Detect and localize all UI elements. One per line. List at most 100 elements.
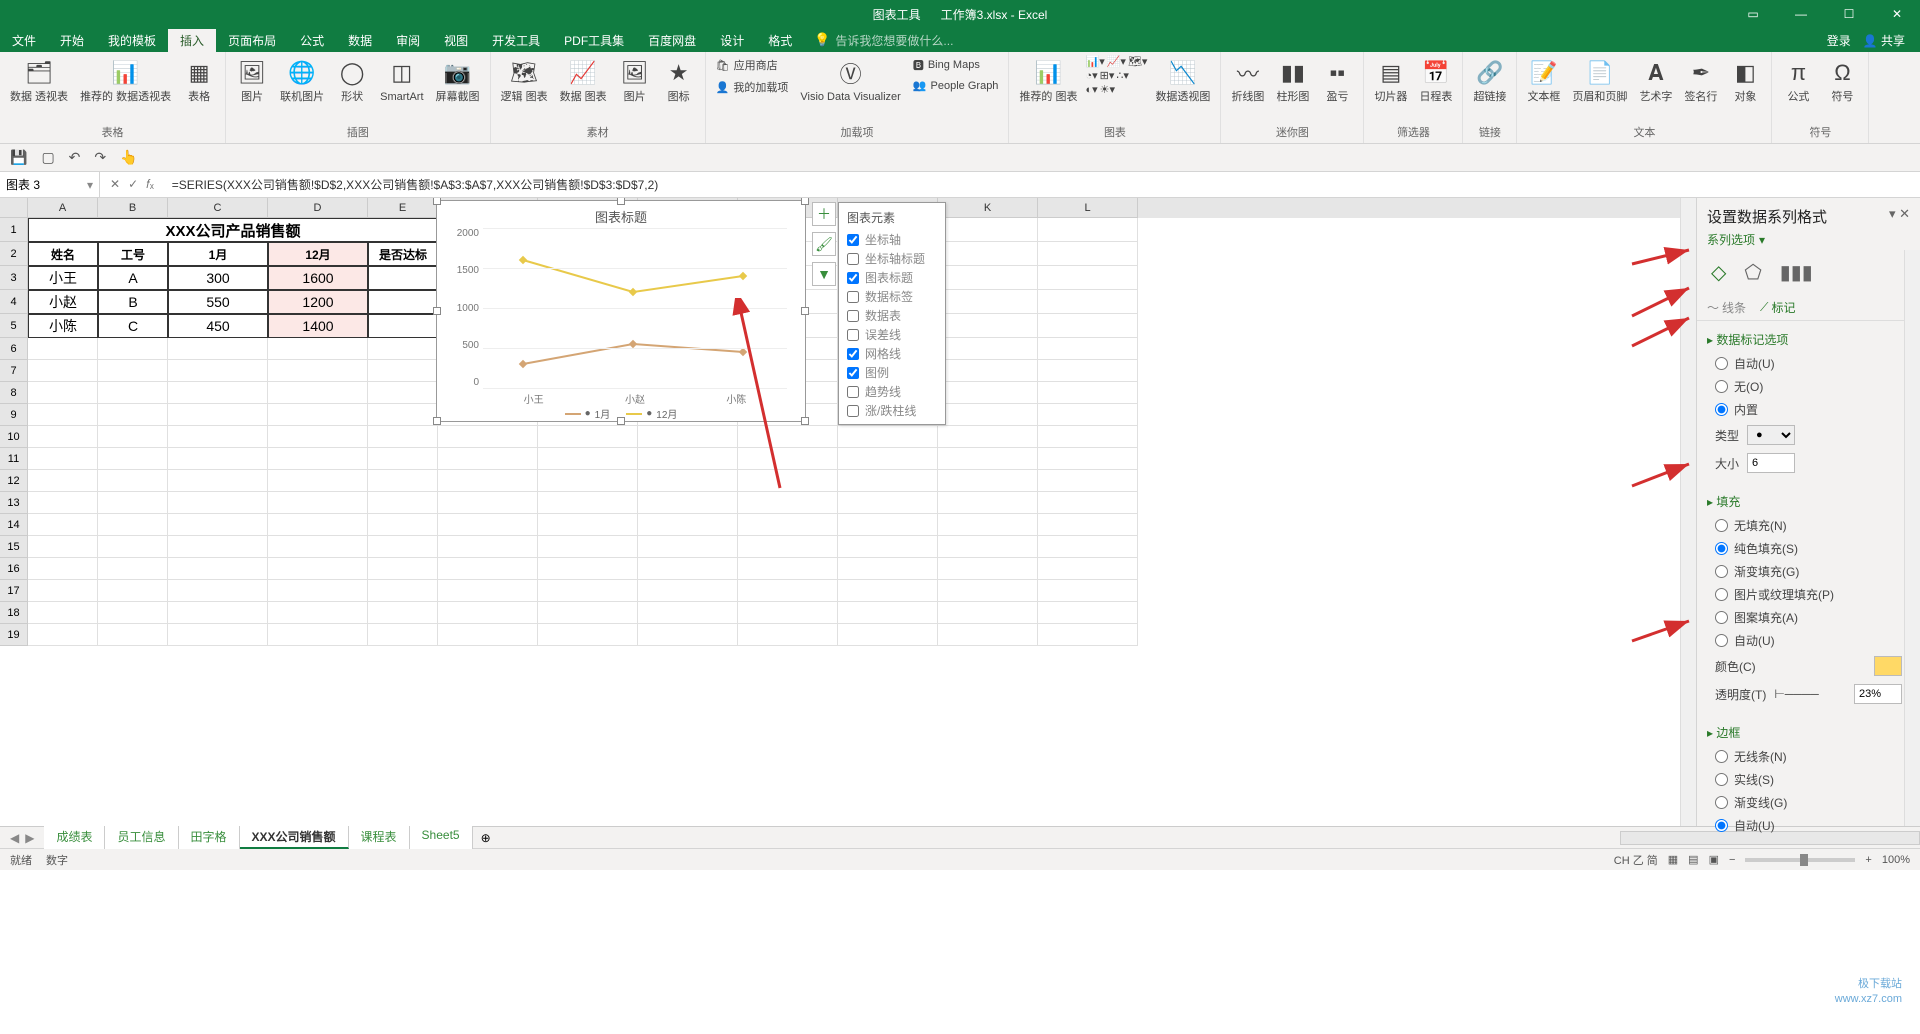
cell-L10[interactable] bbox=[1038, 426, 1138, 448]
sparkline-winloss-button[interactable]: ▪▪盈亏 bbox=[1317, 55, 1357, 106]
menu-tab-视图[interactable]: 视图 bbox=[432, 29, 480, 52]
row-header-4[interactable]: 4 bbox=[0, 290, 28, 314]
recommended-pivot-button[interactable]: 📊推荐的 数据透视表 bbox=[76, 55, 175, 106]
cell-E7[interactable] bbox=[368, 360, 438, 382]
chart-styles-button[interactable]: 🖌 bbox=[812, 232, 836, 256]
online-pictures-button[interactable]: 🌐联机图片 bbox=[276, 55, 328, 106]
cell-C11[interactable] bbox=[168, 448, 268, 470]
menu-tab-开发工具[interactable]: 开发工具 bbox=[480, 29, 552, 52]
cell-D10[interactable] bbox=[268, 426, 368, 448]
border-none-radio[interactable]: 无线条(N) bbox=[1707, 745, 1910, 768]
cell-D6[interactable] bbox=[268, 338, 368, 360]
cell-J11[interactable] bbox=[838, 448, 938, 470]
close-pane-icon[interactable]: ▾ ✕ bbox=[1889, 206, 1910, 227]
fill-section[interactable]: ▸ 填充 bbox=[1707, 489, 1910, 514]
row-header-2[interactable]: 2 bbox=[0, 242, 28, 266]
row-header-19[interactable]: 19 bbox=[0, 624, 28, 646]
cell-C18[interactable] bbox=[168, 602, 268, 624]
vertical-scrollbar[interactable] bbox=[1680, 198, 1696, 826]
cell-I16[interactable] bbox=[738, 558, 838, 580]
cell-D5[interactable]: 1400 bbox=[268, 314, 368, 338]
recommended-charts-button[interactable]: 📊推荐的 图表 bbox=[1015, 55, 1081, 106]
menu-tab-页面布局[interactable]: 页面布局 bbox=[216, 29, 288, 52]
row-header-12[interactable]: 12 bbox=[0, 470, 28, 492]
cell-K11[interactable] bbox=[938, 448, 1038, 470]
cell-C16[interactable] bbox=[168, 558, 268, 580]
row-header-16[interactable]: 16 bbox=[0, 558, 28, 580]
cell-D12[interactable] bbox=[268, 470, 368, 492]
row-header-9[interactable]: 9 bbox=[0, 404, 28, 426]
cell-A9[interactable] bbox=[28, 404, 98, 426]
fill-none-radio[interactable]: 无填充(N) bbox=[1707, 514, 1910, 537]
pivot-chart-button[interactable]: 📉数据透视图 bbox=[1151, 55, 1214, 106]
cell-D7[interactable] bbox=[268, 360, 368, 382]
cell-E2[interactable]: 是否达标 bbox=[368, 242, 438, 266]
redo-icon[interactable]: ↷ bbox=[94, 149, 106, 166]
cell-L4[interactable] bbox=[1038, 290, 1138, 314]
chart-elem-趋势线[interactable]: 趋势线 bbox=[839, 382, 945, 401]
cell-I15[interactable] bbox=[738, 536, 838, 558]
cell-F10[interactable] bbox=[438, 426, 538, 448]
menu-tab-设计[interactable]: 设计 bbox=[708, 29, 756, 52]
close-button[interactable]: ✕ bbox=[1874, 0, 1920, 28]
cell-E9[interactable] bbox=[368, 404, 438, 426]
cell-A16[interactable] bbox=[28, 558, 98, 580]
effects-icon[interactable]: ⬠ bbox=[1744, 260, 1761, 285]
cell-K15[interactable] bbox=[938, 536, 1038, 558]
cell-K5[interactable] bbox=[938, 314, 1038, 338]
cell-K14[interactable] bbox=[938, 514, 1038, 536]
art-icon-button[interactable]: ★图标 bbox=[659, 55, 699, 106]
row-header-1[interactable]: 1 bbox=[0, 218, 28, 242]
cell-E4[interactable] bbox=[368, 290, 438, 314]
cell-B14[interactable] bbox=[98, 514, 168, 536]
signature-button[interactable]: ✒签名行 bbox=[1680, 55, 1721, 106]
view-normal-icon[interactable]: ▦ bbox=[1668, 853, 1678, 866]
cell-E19[interactable] bbox=[368, 624, 438, 646]
resize-handle[interactable] bbox=[801, 198, 809, 205]
zoom-level[interactable]: 100% bbox=[1882, 854, 1910, 866]
cell-E3[interactable] bbox=[368, 266, 438, 290]
cell-L1[interactable] bbox=[1038, 218, 1138, 242]
resize-handle[interactable] bbox=[617, 198, 625, 205]
cell-B8[interactable] bbox=[98, 382, 168, 404]
art-pic-button[interactable]: 🖼图片 bbox=[615, 55, 655, 106]
cell-K17[interactable] bbox=[938, 580, 1038, 602]
cell-D8[interactable] bbox=[268, 382, 368, 404]
cell-E8[interactable] bbox=[368, 382, 438, 404]
chevron-down-icon[interactable]: ▾ bbox=[87, 178, 93, 192]
cell-C5[interactable]: 450 bbox=[168, 314, 268, 338]
cell-L3[interactable] bbox=[1038, 266, 1138, 290]
save-icon[interactable]: 💾 bbox=[10, 149, 27, 166]
cell-C9[interactable] bbox=[168, 404, 268, 426]
cell-G19[interactable] bbox=[538, 624, 638, 646]
cell-G10[interactable] bbox=[538, 426, 638, 448]
worksheet[interactable]: ABCDEFGHIJKL 123456789101112131415161718… bbox=[0, 198, 1680, 826]
cell-D15[interactable] bbox=[268, 536, 368, 558]
cell-K13[interactable] bbox=[938, 492, 1038, 514]
cell-I14[interactable] bbox=[738, 514, 838, 536]
cell-K7[interactable] bbox=[938, 360, 1038, 382]
timeline-button[interactable]: 📅日程表 bbox=[1415, 55, 1456, 106]
border-auto-radio[interactable]: 自动(U) bbox=[1707, 814, 1910, 837]
cell-B12[interactable] bbox=[98, 470, 168, 492]
border-solid-radio[interactable]: 实线(S) bbox=[1707, 768, 1910, 791]
cell-A6[interactable] bbox=[28, 338, 98, 360]
cell-C14[interactable] bbox=[168, 514, 268, 536]
col-header-E[interactable]: E bbox=[368, 198, 438, 218]
cell-I10[interactable] bbox=[738, 426, 838, 448]
pivot-table-button[interactable]: 🗂数据 透视表 bbox=[6, 55, 72, 106]
chart-elem-误差线[interactable]: 误差线 bbox=[839, 325, 945, 344]
col-header-B[interactable]: B bbox=[98, 198, 168, 218]
cell-D13[interactable] bbox=[268, 492, 368, 514]
cell-K4[interactable] bbox=[938, 290, 1038, 314]
cell-C2[interactable]: 1月 bbox=[168, 242, 268, 266]
chart-type-icon[interactable]: 📊▾ bbox=[1086, 55, 1105, 68]
menu-tab-数据[interactable]: 数据 bbox=[336, 29, 384, 52]
cell-K12[interactable] bbox=[938, 470, 1038, 492]
chart-type-icon[interactable]: ⊞▾ bbox=[1100, 69, 1115, 82]
visio-button[interactable]: ⓋVisio Data Visualizer bbox=[796, 55, 904, 106]
cell-D18[interactable] bbox=[268, 602, 368, 624]
row-header-10[interactable]: 10 bbox=[0, 426, 28, 448]
sheet-tab-成绩表[interactable]: 成绩表 bbox=[44, 826, 105, 849]
chart-title[interactable]: 图表标题 bbox=[437, 201, 805, 228]
